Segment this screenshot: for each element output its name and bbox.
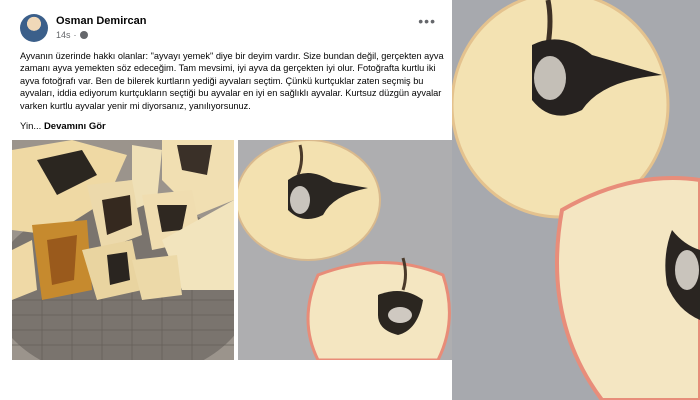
post-meta: 14s · — [56, 30, 88, 40]
quince-closeup-image — [452, 0, 700, 400]
post-header: Osman Demircan 14s · ••• — [20, 14, 442, 44]
photo-quince-pieces[interactable] — [12, 140, 234, 360]
author-avatar[interactable] — [20, 14, 48, 42]
read-more-prefix: Yin... — [20, 121, 42, 132]
post-photos — [12, 140, 452, 360]
read-more: Yin... Devamını Gör — [20, 121, 106, 132]
author-name[interactable]: Osman Demircan — [56, 15, 146, 27]
see-more-link[interactable]: Devamını Gör — [44, 121, 106, 132]
facebook-post-card: Osman Demircan 14s · ••• Ayvanın üzerind… — [0, 0, 452, 400]
quince-halves-image — [238, 140, 452, 360]
more-options-icon[interactable]: ••• — [418, 14, 436, 28]
post-body: Ayvanın üzerinde hakkı olanlar: "ayvayı … — [20, 51, 444, 111]
quince-pieces-image — [12, 140, 234, 360]
post-time[interactable]: 14s — [56, 30, 71, 40]
photo-quince-closeup[interactable] — [452, 0, 700, 400]
globe-icon — [79, 31, 88, 39]
photo-quince-halves[interactable] — [238, 140, 452, 360]
